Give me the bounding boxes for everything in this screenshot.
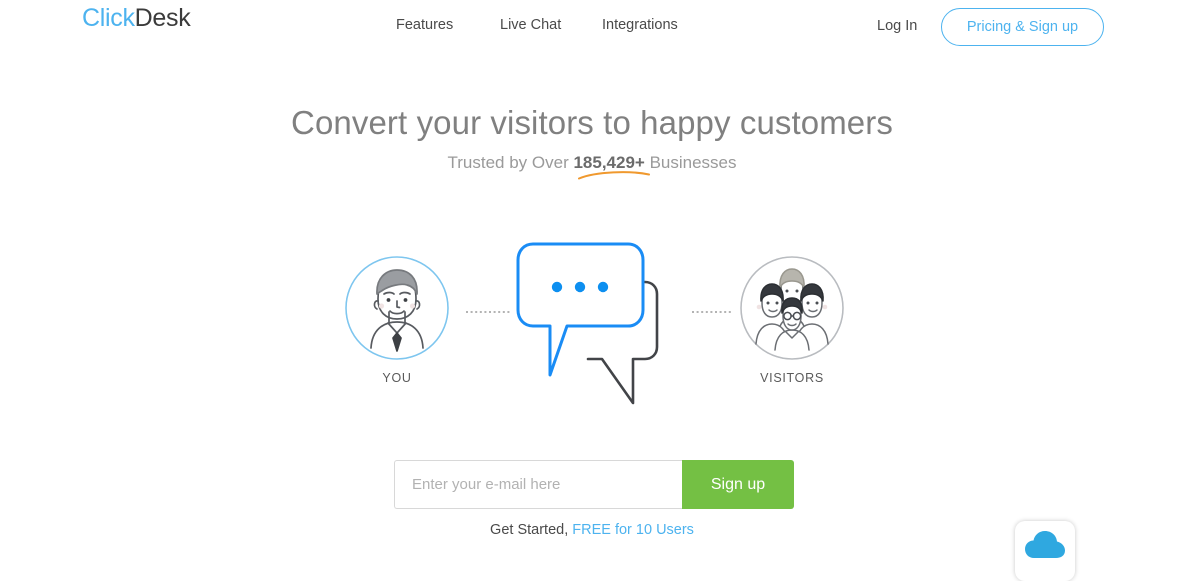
site-header: ClickDesk Features Live Chat Integration… xyxy=(0,0,1184,54)
pricing-signup-button[interactable]: Pricing & Sign up xyxy=(941,8,1104,46)
chat-cloud-icon xyxy=(1025,531,1065,558)
visitors-group-icon xyxy=(740,256,844,360)
you-avatar-block: YOU xyxy=(345,256,449,385)
logo[interactable]: ClickDesk xyxy=(82,4,191,33)
trusted-subtitle: Trusted by Over 185,429+ Businesses xyxy=(0,153,1184,173)
login-link[interactable]: Log In xyxy=(877,18,917,34)
trusted-prefix: Trusted by Over xyxy=(447,153,574,172)
signup-form: Sign up xyxy=(394,460,794,509)
connector-line-right xyxy=(692,311,732,313)
logo-click-text: Click xyxy=(82,4,135,32)
signup-button[interactable]: Sign up xyxy=(682,460,794,509)
chat-widget-button[interactable] xyxy=(1015,521,1075,581)
free-users-link[interactable]: FREE for 10 Users xyxy=(572,522,694,538)
nav-item-live-chat[interactable]: Live Chat xyxy=(500,17,602,33)
hero-illustration: YOU VISITORS xyxy=(0,235,1184,415)
email-input[interactable] xyxy=(394,460,682,509)
avatar xyxy=(345,256,449,360)
typing-dot-3 xyxy=(597,281,609,293)
typing-dot-1 xyxy=(551,281,563,293)
nav-item-features[interactable]: Features xyxy=(396,17,500,33)
typing-dot-2 xyxy=(574,281,586,293)
page-title: Convert your visitors to happy customers xyxy=(291,104,893,141)
get-started-text: Get Started, FREE for 10 Users xyxy=(0,522,1184,538)
main-nav: Features Live Chat Integrations xyxy=(396,17,702,33)
get-started-prefix: Get Started, xyxy=(490,522,573,538)
nav-item-integrations[interactable]: Integrations xyxy=(602,17,702,33)
agent-person-icon xyxy=(345,256,449,360)
trusted-suffix: Businesses xyxy=(644,153,737,172)
avatar xyxy=(740,256,844,360)
visitors-caption: VISITORS xyxy=(760,371,824,385)
chat-bubbles-icon xyxy=(516,242,659,405)
logo-desk-text: Desk xyxy=(134,4,191,32)
visitors-avatar-block: VISITORS xyxy=(740,256,844,385)
business-count: 185,429+ xyxy=(573,153,645,172)
you-caption: YOU xyxy=(382,371,412,385)
